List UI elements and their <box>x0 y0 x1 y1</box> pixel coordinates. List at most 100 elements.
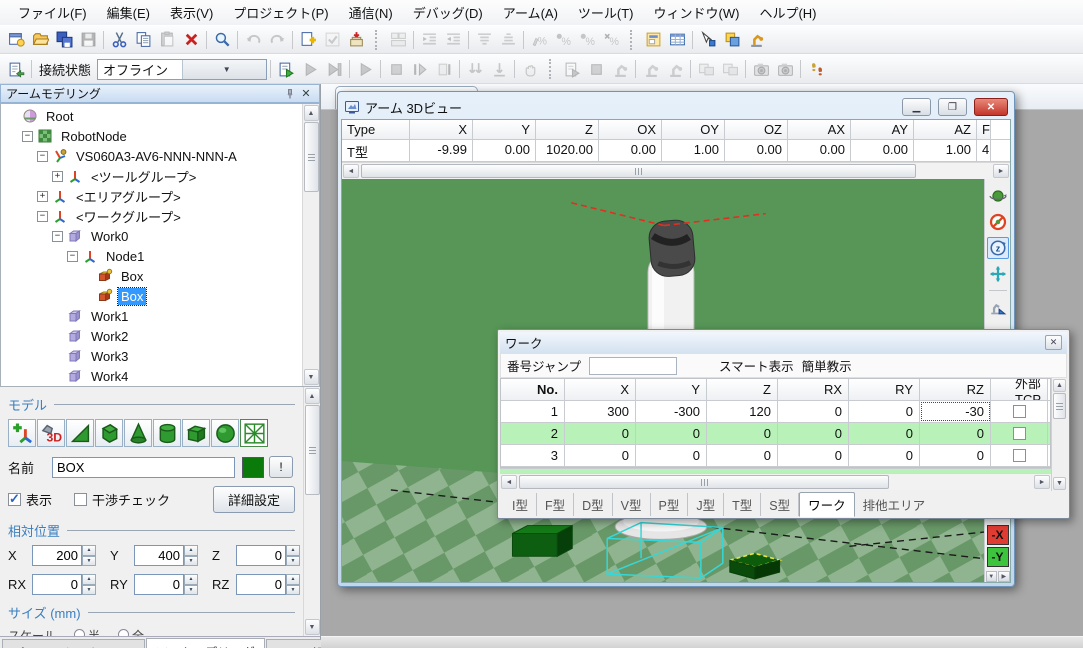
viewport-corner-controls[interactable]: ▼▶ <box>986 571 1010 582</box>
external-tcp-checkbox[interactable] <box>1013 427 1026 440</box>
scroll-up-arrow[interactable]: ▲ <box>1053 379 1066 392</box>
pose-table-hscrollbar[interactable]: ◄ ► <box>342 162 1010 179</box>
model-box-button[interactable] <box>182 419 210 447</box>
tree-item-Work3[interactable]: Work3 <box>1 346 302 366</box>
menu-item[interactable]: ツール(T) <box>568 0 644 25</box>
tile-windows-button[interactable] <box>386 28 410 51</box>
z-input[interactable] <box>236 545 286 566</box>
no-entry-button[interactable] <box>987 211 1009 233</box>
redo-button[interactable] <box>265 28 289 51</box>
minimize-button[interactable]: ▁ <box>902 98 931 116</box>
work-cell[interactable]: 0 <box>920 445 991 466</box>
camera-button[interactable] <box>749 58 773 81</box>
work-cell[interactable]: 0 <box>920 423 991 444</box>
spinner-arrows[interactable]: ▲▼ <box>82 545 96 566</box>
step-over-button[interactable] <box>432 58 456 81</box>
work-cell[interactable]: 0 <box>707 423 778 444</box>
scroll-down-arrow[interactable]: ▼ <box>305 619 320 635</box>
close-icon[interactable]: ✕ <box>298 86 314 101</box>
brk-c-button[interactable]: % <box>599 28 623 51</box>
scroll-left-arrow[interactable]: ◄ <box>343 164 359 178</box>
menu-item[interactable]: ウィンドウ(W) <box>644 0 750 25</box>
dialog-tab-S型[interactable]: S型 <box>761 493 799 516</box>
dialog-title-bar[interactable]: ワーク ✕ <box>500 332 1067 353</box>
view-neg-x-button[interactable]: -X <box>987 525 1009 545</box>
tree-item-Work4[interactable]: Work4 <box>1 366 302 386</box>
search-button[interactable] <box>210 28 234 51</box>
model-3d-button[interactable]: 3D <box>37 419 65 447</box>
save-all-button[interactable] <box>52 28 76 51</box>
stop-button[interactable] <box>584 58 608 81</box>
menu-item[interactable]: 編集(E) <box>97 0 160 25</box>
footsteps-button[interactable] <box>804 58 828 81</box>
tree-item-ワークグループ[interactable]: −<ワークグループ> <box>1 206 302 226</box>
dialog-tab-V型[interactable]: V型 <box>613 493 651 516</box>
scroll-right-arrow[interactable]: ► <box>1034 475 1050 489</box>
robot-config-button[interactable] <box>663 58 687 81</box>
collision-check-checkbox[interactable] <box>74 493 87 506</box>
validate-button[interactable] <box>320 28 344 51</box>
spinner-arrows[interactable]: ▲▼ <box>184 574 198 595</box>
name-input[interactable] <box>52 457 235 478</box>
indent-button[interactable] <box>417 28 441 51</box>
work-cell[interactable]: -30 <box>920 401 991 422</box>
scroll-thumb[interactable] <box>1053 393 1066 419</box>
align-bottom-button[interactable] <box>496 28 520 51</box>
close-button[interactable]: ✕ <box>974 98 1008 116</box>
dialog-tab-I型[interactable]: I型 <box>504 493 537 516</box>
model-axis-button[interactable] <box>8 419 36 447</box>
spinner-arrows[interactable]: ▲▼ <box>286 545 300 566</box>
scroll-down-arrow[interactable]: ▼ <box>304 369 319 385</box>
model-cone-button[interactable] <box>124 419 152 447</box>
panel-tab-プロジェクトウイン...[interactable]: プロジェクトウイン... <box>2 639 145 648</box>
menu-item[interactable]: ヘルプ(H) <box>749 0 826 25</box>
tree-item-Root[interactable]: Root <box>1 106 302 126</box>
spinner-arrows[interactable]: ▲▼ <box>82 574 96 595</box>
close-icon[interactable]: ✕ <box>1045 335 1062 350</box>
smart-display-button[interactable]: スマート表示 <box>719 356 794 375</box>
align-top-button[interactable] <box>472 28 496 51</box>
connection-status-combobox[interactable]: オフライン ▼ <box>97 59 267 80</box>
play-button[interactable] <box>298 58 322 81</box>
work-cell[interactable]: 0 <box>707 445 778 466</box>
down-all-button[interactable] <box>463 58 487 81</box>
work-cell[interactable]: 0 <box>849 423 920 444</box>
show-checkbox[interactable] <box>8 493 21 506</box>
panel-scrollbar[interactable]: ▲ ▼ <box>303 387 320 636</box>
orbit-button[interactable] <box>987 185 1009 207</box>
detail-settings-button[interactable]: 詳細設定 <box>213 486 295 513</box>
expand-toggle[interactable]: + <box>37 191 48 202</box>
pin-icon[interactable] <box>282 86 298 101</box>
external-tcp-checkbox[interactable] <box>1013 405 1026 418</box>
scroll-thumb[interactable] <box>305 405 320 495</box>
win-pair-button[interactable] <box>694 58 718 81</box>
tree-item-エリアグループ[interactable]: +<エリアグループ> <box>1 186 302 206</box>
work-cell[interactable]: 0 <box>778 423 849 444</box>
tree-item-RobotNode[interactable]: −RobotNode <box>1 126 302 146</box>
camera-button[interactable] <box>773 58 797 81</box>
select-robot-button[interactable] <box>696 28 720 51</box>
tree-item-Box[interactable]: Box <box>1 266 302 286</box>
delete-button[interactable] <box>179 28 203 51</box>
hand-button[interactable] <box>518 58 542 81</box>
restore-button[interactable]: ❐ <box>938 98 967 116</box>
rx-input[interactable] <box>32 574 82 595</box>
number-jump-label[interactable]: 番号ジャンプ <box>507 356 581 375</box>
pan-button[interactable] <box>987 263 1009 285</box>
expand-toggle[interactable]: + <box>52 171 63 182</box>
paste-button[interactable] <box>155 28 179 51</box>
collapse-toggle[interactable]: − <box>67 251 78 262</box>
brk-edit-button[interactable]: % <box>527 28 551 51</box>
tree-item-ツールグループ[interactable]: +<ツールグループ> <box>1 166 302 186</box>
scroll-down-arrow[interactable]: ▼ <box>1053 477 1066 490</box>
work-cell[interactable]: 120 <box>707 401 778 422</box>
dialog-tab-排他エリア[interactable]: 排他エリア <box>855 493 934 516</box>
scroll-up-arrow[interactable]: ▲ <box>304 105 319 121</box>
pause-step-button[interactable] <box>408 58 432 81</box>
chevron-down-icon[interactable]: ▼ <box>182 60 267 79</box>
y-input[interactable] <box>134 545 184 566</box>
alert-button[interactable]: ! <box>269 456 293 478</box>
robot-config-button[interactable] <box>608 58 632 81</box>
color-swatch-button[interactable] <box>242 457 264 478</box>
step-end-button[interactable] <box>322 58 346 81</box>
